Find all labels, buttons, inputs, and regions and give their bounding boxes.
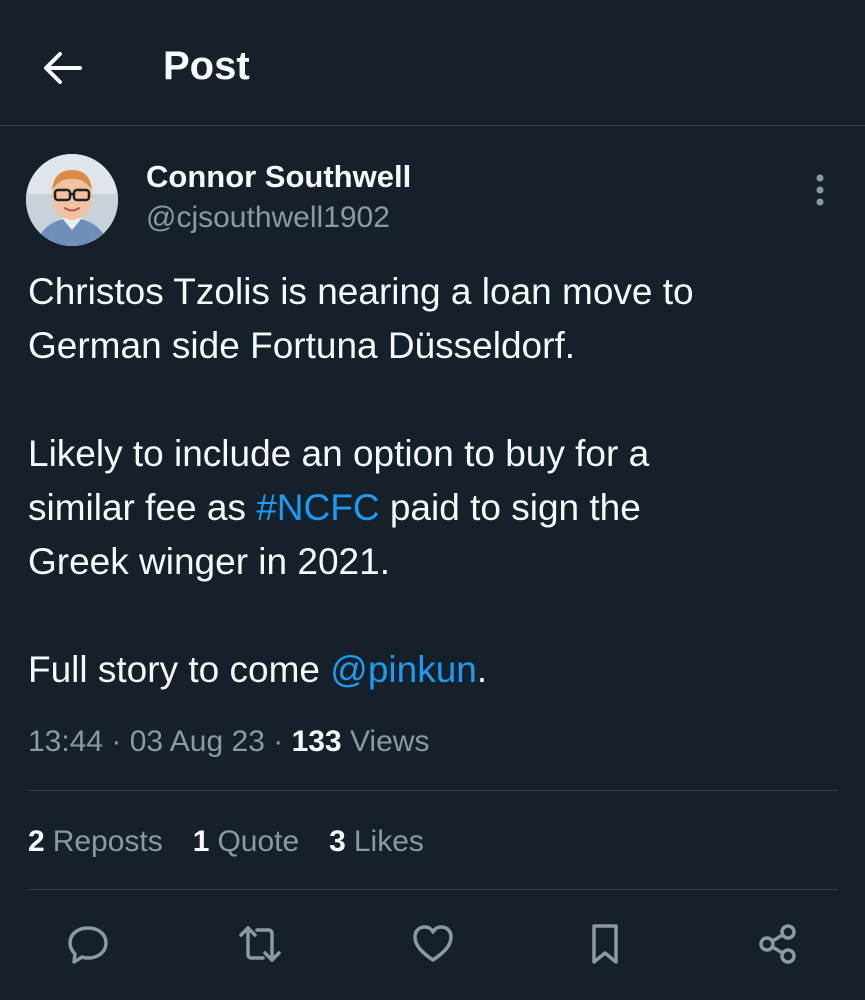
like-button[interactable] xyxy=(401,912,465,976)
post-meta: 13:44 · 03 Aug 23 · 133 Views xyxy=(28,722,429,762)
meta-separator: · xyxy=(103,725,130,758)
quotes-label: Quote xyxy=(217,825,300,858)
bookmark-button[interactable] xyxy=(573,912,637,976)
post-time[interactable]: 13:44 xyxy=(28,725,103,758)
repost-icon xyxy=(239,926,281,962)
bookmark-icon xyxy=(592,924,618,964)
share-button[interactable] xyxy=(746,912,810,976)
post-text-segment: similar fee as xyxy=(28,487,257,528)
reply-icon xyxy=(68,926,108,964)
author-name[interactable]: Connor Southwell xyxy=(146,158,411,196)
post-text-line: Christos Tzolis is nearing a loan move t… xyxy=(28,271,694,312)
divider xyxy=(28,889,838,890)
engagement-stats: 2 Reposts 1 Quote 3 Likes xyxy=(28,822,424,862)
reposts-stat[interactable]: 2 Reposts xyxy=(28,822,163,862)
reply-button[interactable] xyxy=(56,912,120,976)
reposts-label: Reposts xyxy=(52,825,163,858)
post-text-segment: . xyxy=(476,649,488,690)
more-vertical-icon xyxy=(816,174,824,206)
page-title: Post xyxy=(163,44,250,88)
like-icon xyxy=(413,925,453,962)
profile-photo-icon xyxy=(26,154,118,246)
post-text-line: Likely to include an option to buy for a xyxy=(28,433,650,474)
views-count[interactable]: 133 xyxy=(292,725,342,758)
repost-button[interactable] xyxy=(228,912,292,976)
mention-link[interactable]: @pinkun xyxy=(330,649,477,690)
avatar[interactable] xyxy=(26,154,118,246)
author-handle[interactable]: @cjsouthwell1902 xyxy=(146,199,390,237)
likes-count: 3 xyxy=(329,825,346,858)
views-label: Views xyxy=(341,725,430,758)
action-bar xyxy=(0,912,865,976)
back-button[interactable] xyxy=(30,36,94,100)
post-text-segment: paid to sign the xyxy=(379,487,641,528)
meta-separator: · xyxy=(264,725,292,758)
post-text-line: German side Fortuna Düsseldorf. xyxy=(28,325,576,366)
reposts-count: 2 xyxy=(28,825,45,858)
quotes-count: 1 xyxy=(192,825,210,858)
more-options-button[interactable] xyxy=(800,168,840,212)
post-text-line: Greek winger in 2021. xyxy=(28,541,390,582)
arrow-left-icon xyxy=(44,52,82,84)
likes-stat[interactable]: 3 Likes xyxy=(329,822,424,862)
post-date[interactable]: 03 Aug 23 xyxy=(130,725,265,758)
likes-label: Likes xyxy=(353,825,424,858)
hashtag-link[interactable]: #NCFC xyxy=(256,487,379,528)
top-bar: Post xyxy=(0,0,865,126)
post-text-segment: Full story to come xyxy=(28,649,331,690)
post-text: Christos Tzolis is nearing a loan move t… xyxy=(28,265,828,697)
share-icon xyxy=(759,924,796,964)
quotes-stat[interactable]: 1 Quote xyxy=(193,822,299,862)
divider xyxy=(28,790,838,791)
